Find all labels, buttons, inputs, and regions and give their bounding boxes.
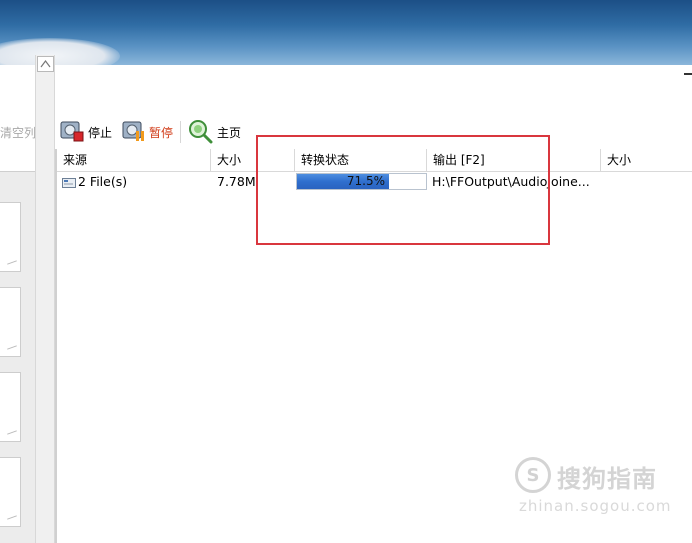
watermark-text-cn: 搜狗指南	[557, 465, 657, 493]
watermark-text-en: zhinan.sogou.com	[519, 497, 672, 515]
preview-thumbnail[interactable]	[0, 202, 21, 272]
preview-thumbnail[interactable]	[0, 457, 21, 527]
home-button[interactable]: 主页	[217, 124, 241, 141]
sogou-logo-icon: S	[515, 457, 551, 493]
pause-button[interactable]: 暂停	[149, 124, 173, 141]
column-header-output-size[interactable]: 大小	[601, 149, 692, 171]
preview-thumbnail[interactable]	[0, 287, 21, 357]
annotation-highlight-box	[256, 135, 550, 245]
stop-icon[interactable]	[59, 118, 85, 144]
toolbar-separator	[180, 121, 181, 143]
desktop-background	[0, 0, 692, 65]
left-pane-scrollbar[interactable]	[35, 55, 55, 543]
file-list-icon	[62, 177, 76, 188]
home-magnifier-icon[interactable]	[187, 118, 213, 144]
row-output-size	[607, 172, 687, 192]
row-size: 7.78M	[217, 174, 255, 189]
minimize-button[interactable]	[684, 73, 692, 75]
column-header-source[interactable]: 来源	[57, 149, 211, 171]
desktop-cloud	[0, 38, 120, 65]
pause-icon[interactable]	[121, 118, 147, 144]
preview-thumbnail[interactable]	[0, 372, 21, 442]
window-titlebar	[0, 65, 692, 109]
scroll-up-button[interactable]	[37, 56, 54, 72]
chevron-up-icon	[40, 60, 51, 68]
sogou-watermark: S 搜狗指南 zhinan.sogou.com	[513, 455, 683, 525]
stop-button[interactable]: 停止	[88, 124, 112, 141]
row-source: 2 File(s)	[78, 174, 128, 189]
